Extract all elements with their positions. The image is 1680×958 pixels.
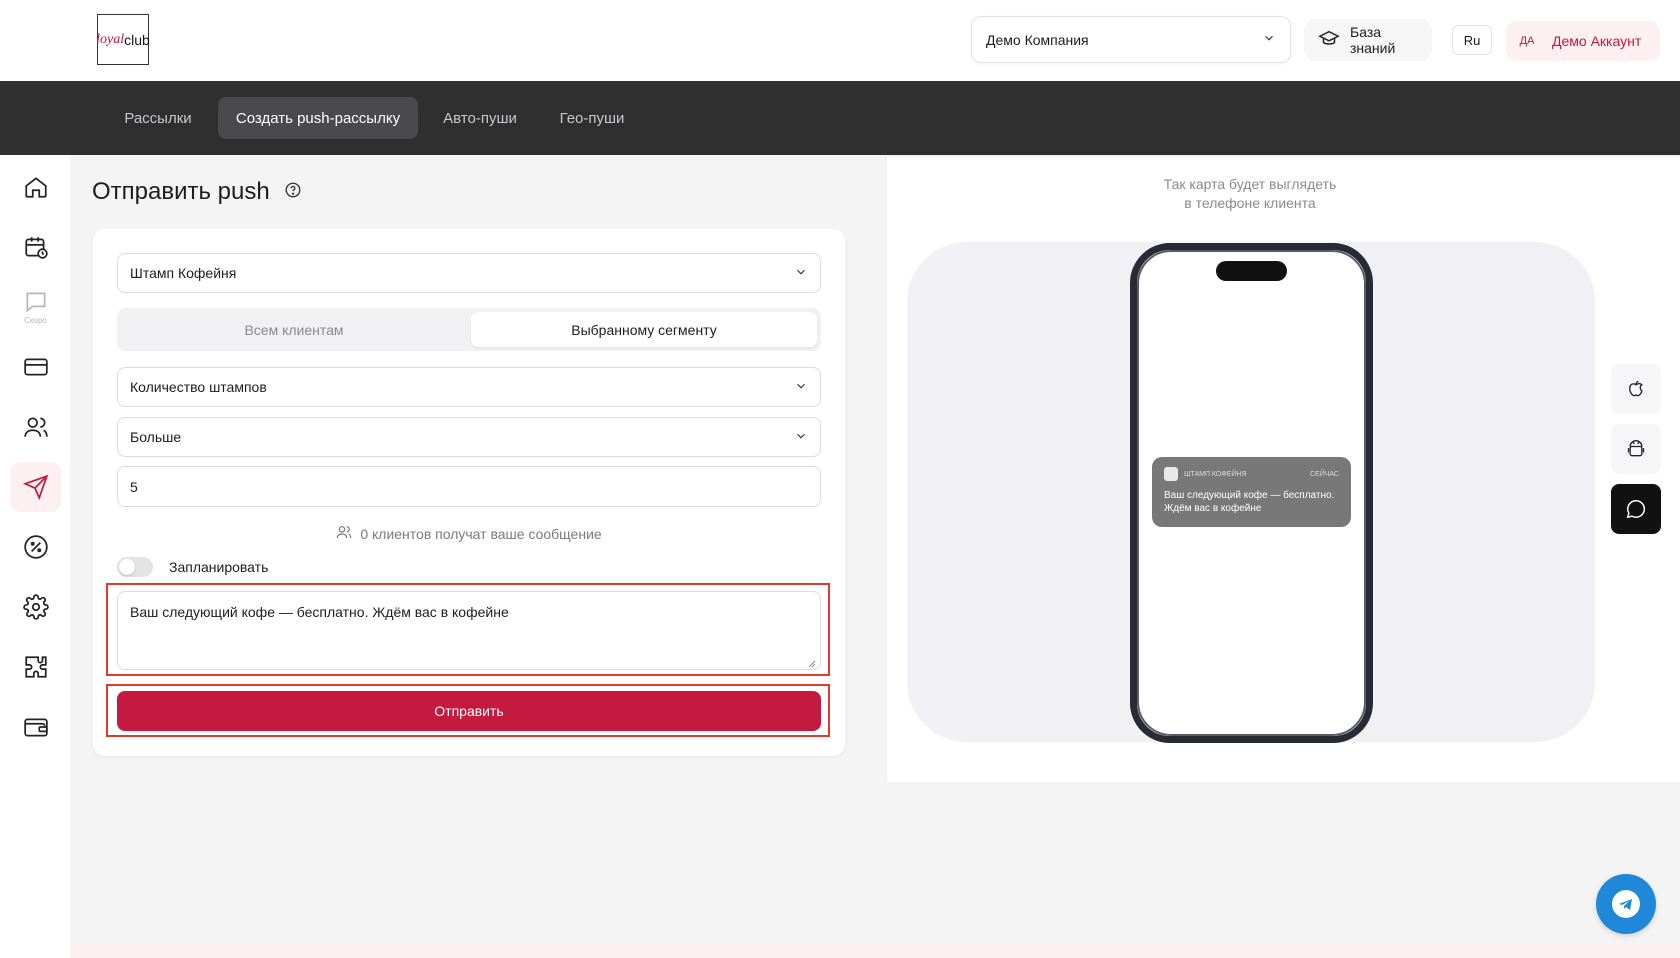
sidebar-item-push[interactable] [10, 462, 61, 512]
company-select[interactable]: Демо Компания [971, 16, 1291, 63]
schedule-toggle[interactable] [117, 557, 153, 577]
tab-geo-push[interactable]: Гео-пуши [548, 97, 636, 139]
account-button[interactable]: ДА Демо Аккаунт [1506, 21, 1660, 61]
value-input[interactable]: 5 [117, 466, 821, 507]
preview-caption: Так карта будет выглядеть в телефоне кли… [1163, 176, 1337, 211]
operator-select[interactable]: Больше [117, 417, 821, 457]
ios-preview-button[interactable] [1611, 364, 1661, 414]
users-icon [23, 417, 48, 437]
audience-segment-option[interactable]: Выбранному сегменту [471, 312, 817, 347]
app-icon [1164, 467, 1178, 481]
chevron-down-icon [794, 379, 808, 396]
chevron-down-icon [1262, 31, 1276, 48]
sidebar-item-cards[interactable] [10, 342, 61, 392]
chat-icon [25, 292, 46, 313]
chevron-down-icon [794, 429, 808, 446]
telegram-button[interactable] [1596, 874, 1656, 934]
sidebar-item-promotions[interactable] [10, 522, 61, 572]
send-icon [22, 474, 48, 500]
apple-icon [1629, 380, 1643, 397]
recipients-text: 0 клиентов получат ваше сообщение [360, 525, 602, 542]
sidebar-item-chat[interactable]: Скоро [10, 282, 61, 332]
chevron-down-icon [794, 265, 808, 282]
home-icon [24, 177, 47, 198]
dynamic-island [1216, 261, 1287, 281]
soon-badge: Скоро [24, 316, 47, 325]
message-bubble-icon [1626, 500, 1646, 519]
users-icon [336, 524, 352, 543]
push-preview-button[interactable] [1611, 484, 1661, 534]
gear-icon [22, 594, 49, 620]
operator-select-value: Больше [130, 429, 182, 445]
page-title: Отправить push [92, 178, 302, 206]
message-textarea[interactable] [117, 591, 821, 670]
puzzle-icon [24, 656, 47, 678]
criterion-select-value: Количество штампов [130, 379, 267, 395]
percent-icon [23, 535, 48, 559]
sidebar-item-wallet[interactable] [10, 702, 61, 752]
card-select[interactable]: Штамп Кофейня [117, 253, 821, 293]
avatar: ДА [1519, 35, 1535, 47]
android-preview-button[interactable] [1611, 424, 1661, 474]
sidebar-item-integrations[interactable] [10, 642, 61, 692]
tab-create-push[interactable]: Создать push-рассылку [218, 97, 418, 139]
account-label: Демо Аккаунт [1552, 33, 1642, 49]
card-select-value: Штамп Кофейня [130, 265, 237, 281]
divider [886, 157, 887, 782]
send-button[interactable]: Отправить [117, 691, 821, 731]
notification-text: Ваш следующий кофе — бесплатно. Ждём вас… [1164, 490, 1335, 514]
sidebar: Скоро [0, 155, 70, 958]
sidebar-item-clients[interactable] [10, 402, 61, 452]
language-button[interactable]: Ru [1452, 25, 1492, 55]
tab-mailings[interactable]: Рассылки [110, 97, 206, 139]
telegram-icon [1612, 890, 1640, 918]
credit-card-icon [23, 358, 48, 376]
sidebar-item-home[interactable] [10, 162, 61, 212]
sidebar-item-calendar[interactable] [10, 222, 61, 272]
tab-auto-push[interactable]: Авто-пуши [430, 97, 530, 139]
resize-handle-icon[interactable] [806, 655, 816, 668]
audience-all-option[interactable]: Всем клиентам [121, 312, 467, 347]
page-title-text: Отправить push [92, 178, 270, 205]
criterion-select[interactable]: Количество штампов [117, 367, 821, 407]
notification-time: СЕЙЧАС [1310, 470, 1339, 478]
top-header: loyal club Демо Компания База знаний Ru Д… [0, 0, 1680, 81]
logo[interactable]: loyal club [96, 14, 150, 65]
calendar-clock-icon [24, 237, 48, 259]
bottom-strip [70, 944, 1680, 958]
sidebar-item-settings[interactable] [10, 582, 61, 632]
notification-app-name: ШТАМП КОФЕЙНЯ [1184, 470, 1247, 478]
knowledge-base-label: База знаний [1350, 24, 1396, 56]
wallet-icon [23, 718, 48, 737]
recipients-count: 0 клиентов получат ваше сообщение [117, 524, 821, 543]
audience-toggle: Всем клиентам Выбранному сегменту [117, 308, 821, 351]
graduation-cap-icon [1318, 28, 1340, 53]
help-circle-icon[interactable] [284, 178, 302, 206]
company-select-label: Демо Компания [986, 31, 1089, 48]
schedule-label: Запланировать [169, 559, 269, 575]
tabs-bar: Рассылки Создать push-рассылку Авто-пуши… [0, 81, 1680, 155]
schedule-row: Запланировать [117, 557, 268, 577]
knowledge-base-button[interactable]: База знаний [1304, 19, 1432, 61]
notification-preview: ШТАМП КОФЕЙНЯ СЕЙЧАС Ваш следующий кофе … [1152, 457, 1351, 527]
android-icon [1627, 440, 1645, 457]
